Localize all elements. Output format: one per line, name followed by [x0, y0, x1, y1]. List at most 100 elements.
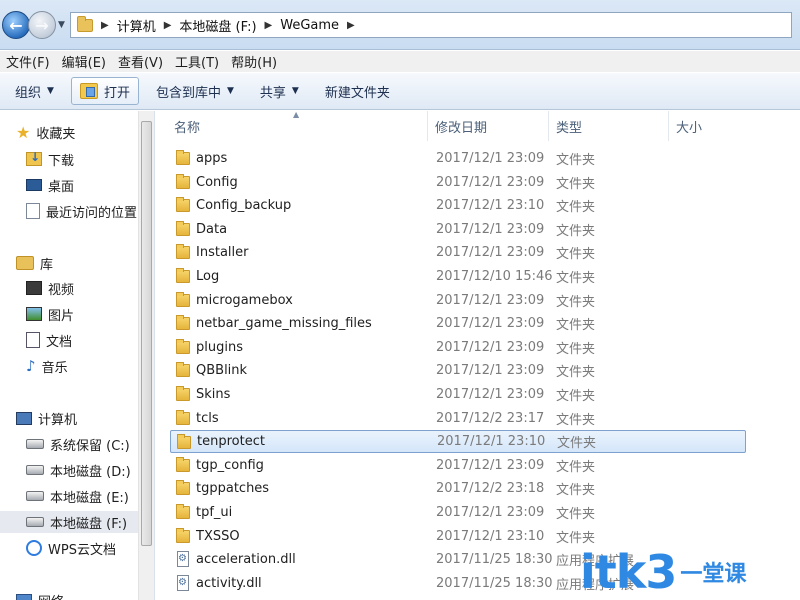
- file-row[interactable]: tenprotect 2017/12/1 23:10 文件夹: [170, 430, 746, 454]
- file-row[interactable]: Log 2017/12/10 15:46 文件夹: [170, 265, 746, 288]
- nav-drive-d[interactable]: 本地磁盘 (D:): [26, 459, 131, 481]
- column-header-name[interactable]: 名称: [174, 111, 200, 141]
- dll-file-icon: [177, 551, 189, 568]
- file-name: Log: [196, 269, 220, 284]
- nav-videos[interactable]: 视频: [26, 277, 74, 299]
- document-icon: [26, 332, 40, 348]
- chevron-right-icon[interactable]: ▶: [265, 20, 273, 31]
- file-name: acceleration.dll: [196, 552, 296, 568]
- nav-label: 收藏夹: [36, 126, 76, 142]
- share-button[interactable]: 共享 ▼: [251, 77, 308, 105]
- file-row[interactable]: Skins 2017/12/1 23:09 文件夹: [170, 383, 746, 406]
- column-size-label: 大小: [676, 120, 703, 136]
- file-type: 文件夹: [556, 389, 596, 404]
- arrow-left-icon: ←: [9, 15, 23, 35]
- nav-downloads[interactable]: 下载: [26, 148, 74, 170]
- download-folder-icon: [26, 150, 42, 166]
- address-input[interactable]: ▶ 计算机 ▶ 本地磁盘 (F:) ▶ WeGame ▶: [70, 12, 792, 38]
- nav-computer[interactable]: 计算机: [16, 407, 77, 429]
- file-row[interactable]: apps 2017/12/1 23:09 文件夹: [170, 147, 746, 170]
- file-date: 2017/11/25 18:30: [436, 575, 553, 591]
- open-folder-icon: [79, 83, 98, 99]
- file-type: 文件夹: [556, 223, 596, 239]
- file-row[interactable]: Data 2017/12/1 23:09 文件夹: [170, 218, 746, 241]
- column-header-size[interactable]: 大小: [676, 111, 702, 141]
- folder-icon: [176, 315, 190, 331]
- music-note-icon: ♪: [26, 357, 36, 375]
- nav-drive-c[interactable]: 系统保留 (C:): [26, 433, 130, 455]
- menu-help[interactable]: 帮助(H): [231, 52, 277, 71]
- chevron-right-icon[interactable]: ▶: [347, 20, 355, 31]
- nav-wps-cloud[interactable]: WPS云文档: [26, 537, 116, 559]
- file-row[interactable]: tcls 2017/12/2 23:17 文件夹: [170, 407, 746, 430]
- nav-favorites[interactable]: ★ 收藏夹: [16, 121, 75, 143]
- folder-icon: [176, 173, 190, 189]
- menu-edit[interactable]: 编辑(E): [62, 52, 106, 71]
- folder-icon: [176, 220, 190, 236]
- file-date: 2017/12/1 23:09: [436, 363, 545, 379]
- breadcrumb-wegame[interactable]: WeGame: [280, 18, 339, 33]
- file-row[interactable]: plugins 2017/12/1 23:09 文件夹: [170, 336, 746, 359]
- nav-label: 本地磁盘 (D:): [50, 464, 131, 480]
- chevron-right-icon[interactable]: ▶: [164, 20, 172, 31]
- file-row[interactable]: Config_backup 2017/12/1 23:10 文件夹: [170, 194, 746, 217]
- nav-libraries[interactable]: 库: [16, 252, 53, 274]
- nav-label: 文档: [46, 334, 73, 350]
- history-dropdown-icon[interactable]: ▼: [58, 20, 65, 30]
- file-row[interactable]: tgp_config 2017/12/1 23:09 文件夹: [170, 454, 746, 477]
- file-row[interactable]: Config 2017/12/1 23:09 文件夹: [170, 171, 746, 194]
- sort-ascending-icon: ▲: [293, 110, 300, 119]
- column-divider[interactable]: [548, 111, 549, 141]
- file-type: 文件夹: [556, 247, 596, 263]
- nav-recent-places[interactable]: 最近访问的位置: [26, 200, 137, 222]
- organize-button[interactable]: 组织 ▼: [6, 77, 63, 105]
- column-divider[interactable]: [668, 111, 669, 141]
- file-type: 文件夹: [556, 176, 596, 192]
- nav-scrollbar-thumb[interactable]: [141, 121, 152, 546]
- breadcrumb-computer[interactable]: 计算机: [117, 16, 156, 35]
- new-folder-label: 新建文件夹: [324, 85, 390, 101]
- forward-button[interactable]: →: [28, 11, 56, 39]
- menu-view[interactable]: 查看(V): [118, 52, 163, 71]
- chevron-down-icon: ▼: [226, 86, 234, 96]
- file-row[interactable]: microgamebox 2017/12/1 23:09 文件夹: [170, 289, 746, 312]
- file-row[interactable]: Installer 2017/12/1 23:09 文件夹: [170, 241, 746, 264]
- breadcrumb-drive-f[interactable]: 本地磁盘 (F:): [179, 16, 256, 35]
- nav-desktop[interactable]: 桌面: [26, 174, 74, 196]
- watermark-logo-text: itk3: [580, 545, 677, 599]
- file-row[interactable]: QBBlink 2017/12/1 23:09 文件夹: [170, 359, 746, 382]
- nav-label: 本地磁盘 (E:): [50, 490, 129, 506]
- nav-documents[interactable]: 文档: [26, 329, 72, 351]
- file-date: 2017/12/1 23:09: [436, 387, 545, 402]
- column-header-modified[interactable]: 修改日期: [435, 111, 487, 141]
- nav-pictures[interactable]: 图片: [26, 303, 74, 325]
- file-date: 2017/12/1 23:09: [436, 457, 545, 473]
- file-row[interactable]: tgppatches 2017/12/2 23:18 文件夹: [170, 477, 746, 500]
- nav-drive-f[interactable]: 本地磁盘 (F:): [0, 511, 140, 533]
- include-in-library-button[interactable]: 包含到库中 ▼: [147, 77, 243, 105]
- open-button[interactable]: 打开: [70, 77, 139, 105]
- nav-label: 图片: [48, 308, 75, 324]
- file-name: Installer: [196, 245, 249, 261]
- column-header-type[interactable]: 类型: [556, 111, 582, 141]
- chevron-right-icon[interactable]: ▶: [101, 20, 109, 31]
- file-row[interactable]: netbar_game_missing_files 2017/12/1 23:09…: [170, 312, 746, 335]
- watermark: itk3 一堂课: [580, 545, 746, 599]
- file-row[interactable]: tpf_ui 2017/12/1 23:09 文件夹: [170, 501, 746, 524]
- back-button[interactable]: ←: [2, 11, 30, 39]
- file-type: 文件夹: [556, 294, 596, 310]
- menu-tools[interactable]: 工具(T): [175, 52, 219, 71]
- menu-file[interactable]: 文件(F): [6, 52, 50, 71]
- dll-file-icon: [177, 574, 189, 591]
- file-type: 文件夹: [556, 507, 596, 522]
- new-folder-button[interactable]: 新建文件夹: [316, 77, 399, 105]
- nav-drive-e[interactable]: 本地磁盘 (E:): [26, 485, 129, 507]
- command-bar: 组织 ▼ 打开 包含到库中 ▼ 共享 ▼ 新建文件夹: [0, 72, 800, 110]
- column-divider[interactable]: [427, 111, 428, 141]
- file-name: QBBlink: [196, 363, 248, 379]
- file-date: 2017/12/1 23:09: [436, 221, 545, 237]
- include-library-label: 包含到库中: [155, 85, 221, 101]
- nav-network[interactable]: 网络: [16, 589, 64, 600]
- nav-scrollbar[interactable]: [138, 111, 154, 600]
- nav-music[interactable]: ♪ 音乐: [26, 355, 68, 377]
